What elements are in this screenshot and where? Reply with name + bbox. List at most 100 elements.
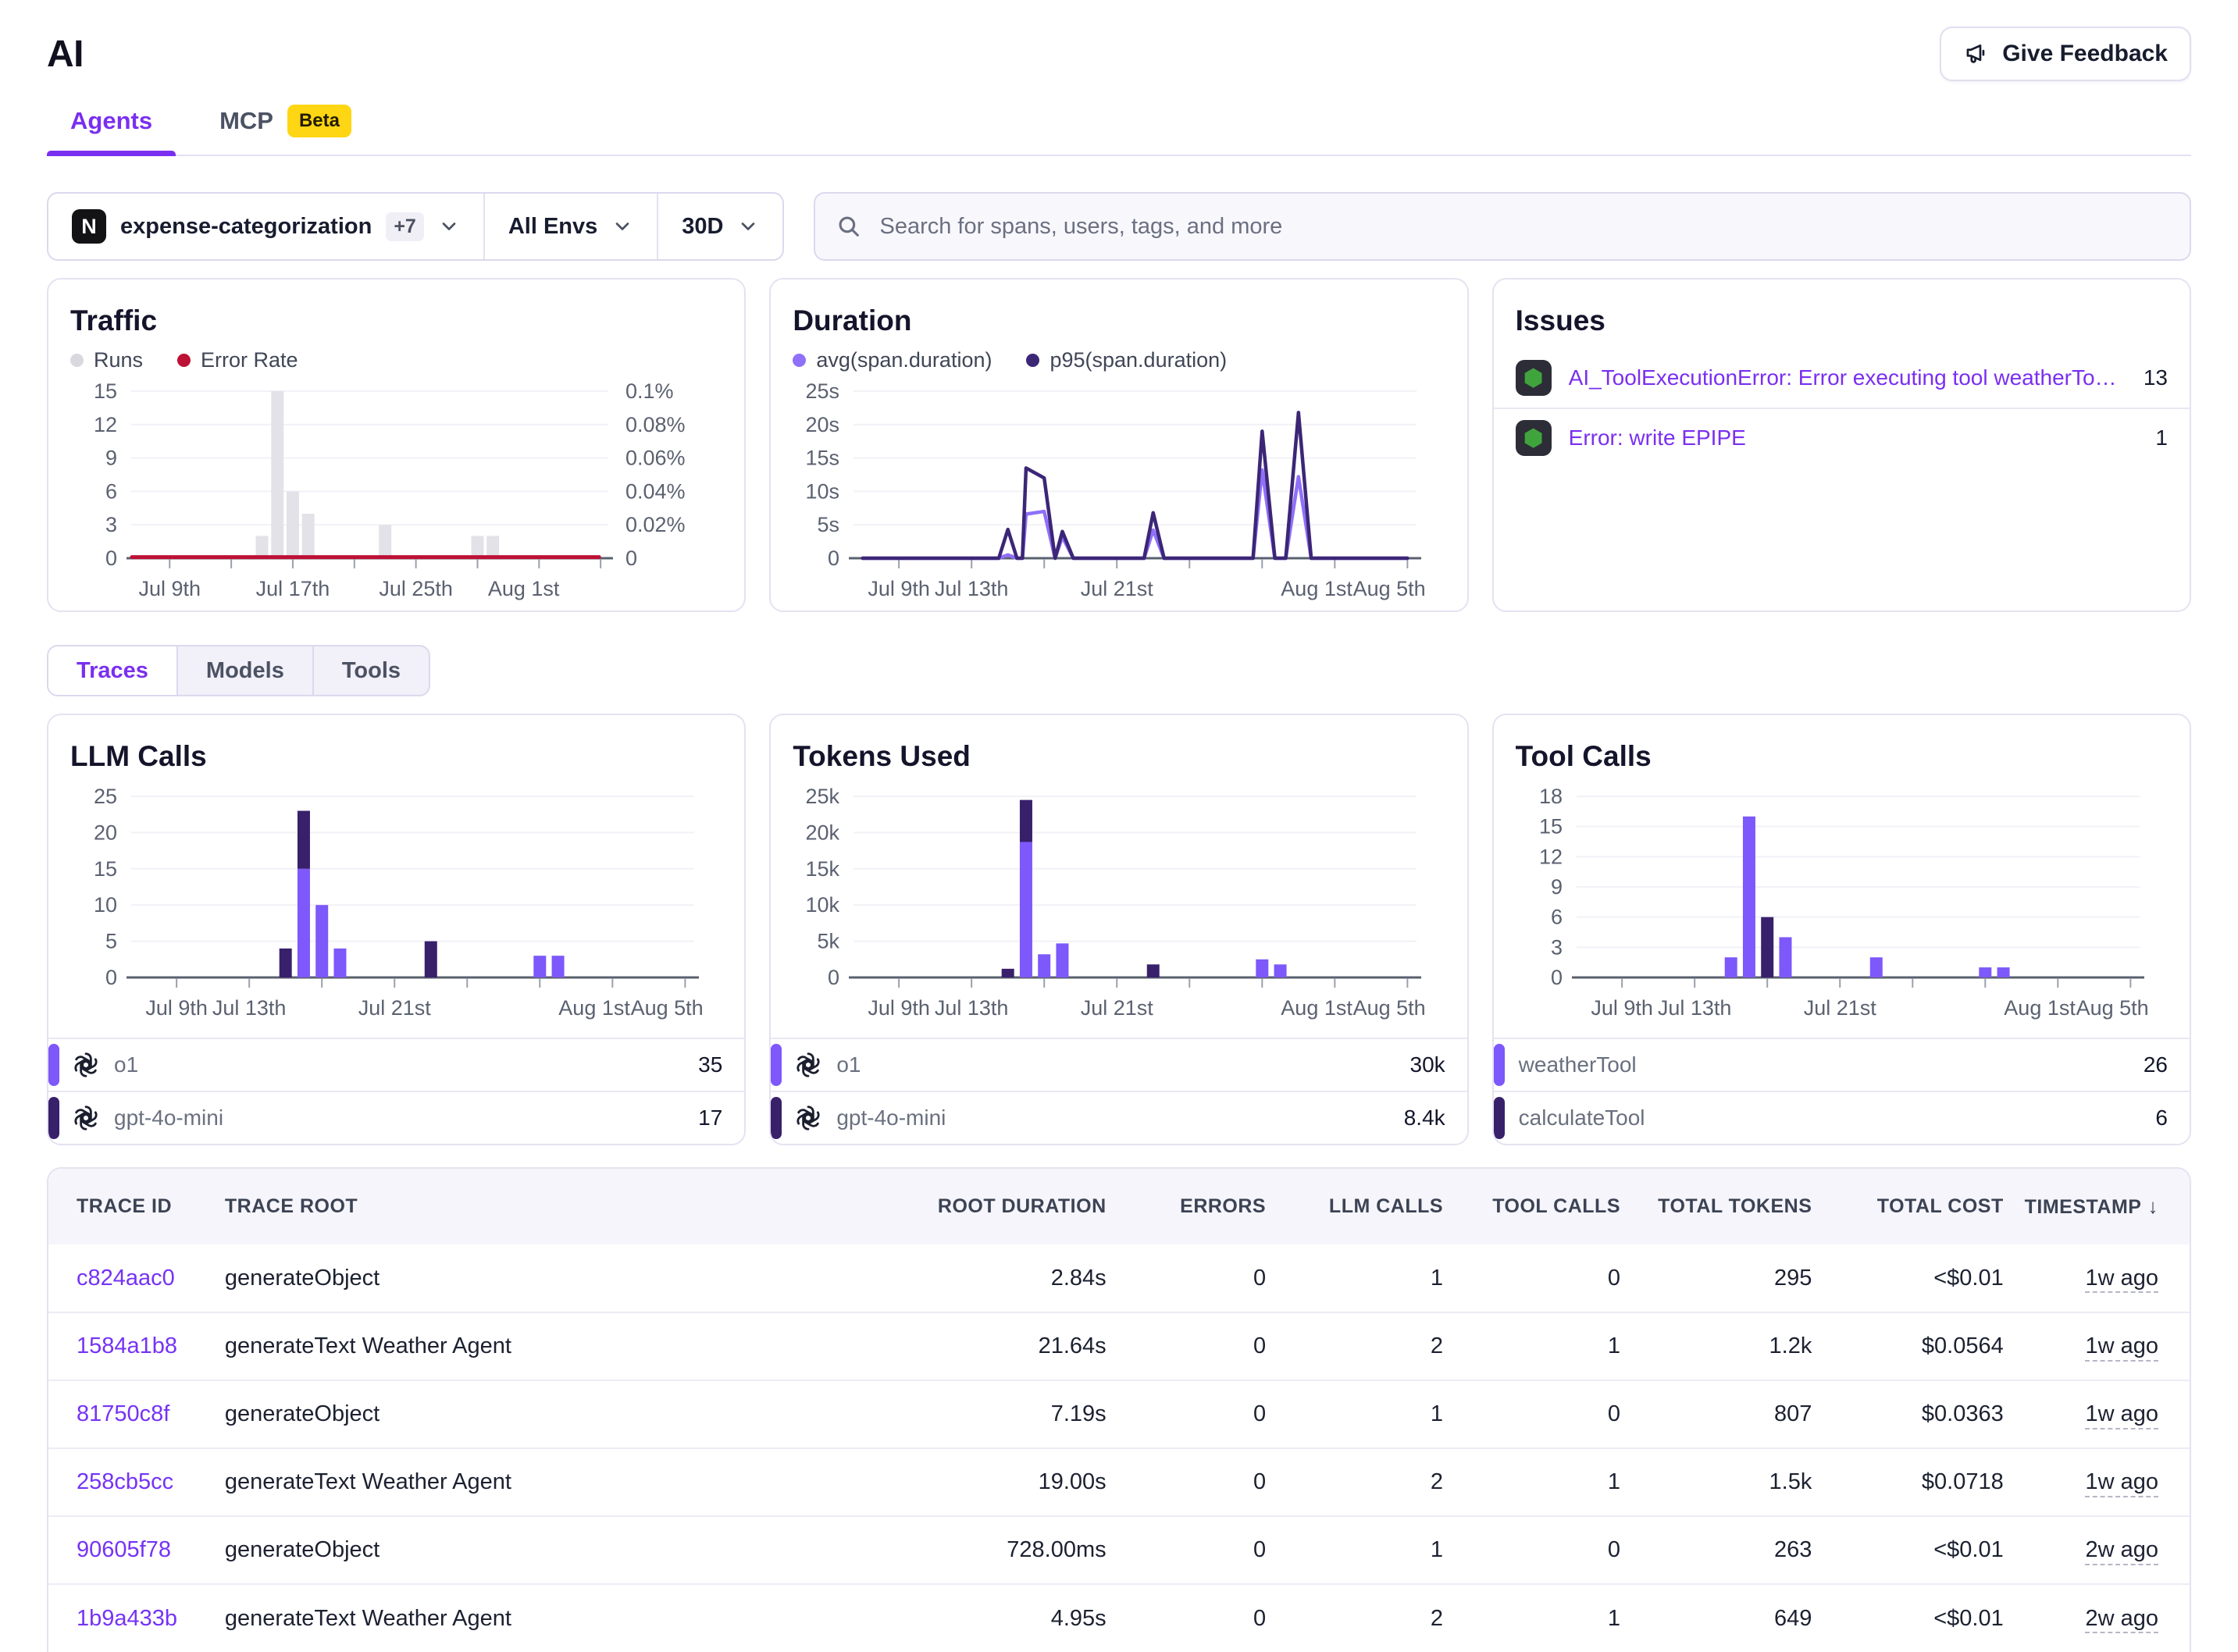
svg-text:6: 6 bbox=[1551, 906, 1563, 929]
timestamp[interactable]: 1w ago bbox=[2085, 1469, 2158, 1494]
filter-group: N expense-categorization +7 All Envs 30D bbox=[47, 192, 784, 261]
issue-row[interactable]: ⬢ AI_ToolExecutionError: Error executing … bbox=[1494, 348, 2190, 408]
give-feedback-button[interactable]: Give Feedback bbox=[1940, 27, 2191, 81]
timestamp-cell: 1w ago bbox=[2005, 1244, 2190, 1312]
svg-text:10s: 10s bbox=[806, 479, 840, 503]
tool-calls-card-title: Tool Calls bbox=[1516, 740, 2168, 773]
column-header-tool-calls[interactable]: Tool Calls bbox=[1444, 1169, 1621, 1244]
trace-id-link[interactable]: 81750c8f bbox=[48, 1380, 224, 1448]
legend-row[interactable]: o1 35 bbox=[48, 1038, 744, 1091]
table-row[interactable]: 1584a1b8generateText Weather Agent21.64s… bbox=[48, 1312, 2190, 1380]
timestamp[interactable]: 1w ago bbox=[2085, 1401, 2158, 1426]
svg-text:10k: 10k bbox=[806, 893, 840, 917]
series-value: 35 bbox=[698, 1052, 722, 1077]
table-cell: 1 bbox=[1444, 1448, 1621, 1516]
legend-row[interactable]: calculateTool6 bbox=[1494, 1091, 2190, 1144]
table-row[interactable]: 258cb5ccgenerateText Weather Agent19.00s… bbox=[48, 1448, 2190, 1516]
tab-models[interactable]: Models bbox=[178, 646, 314, 695]
tab-mcp[interactable]: MCP Beta bbox=[196, 105, 375, 155]
table-cell: 2.84s bbox=[903, 1244, 1107, 1312]
table-cell: 0 bbox=[1107, 1516, 1267, 1584]
openai-icon bbox=[794, 1104, 822, 1132]
issue-count: 13 bbox=[2144, 365, 2168, 390]
llm-calls-card: LLM Calls 0510152025Jul 9thJul 13thJul 2… bbox=[47, 714, 746, 1145]
table-cell: <$0.01 bbox=[1812, 1516, 2004, 1584]
project-extra-badge: +7 bbox=[386, 212, 424, 241]
legend-dot-icon bbox=[1026, 354, 1039, 367]
usage-cards: LLM Calls 0510152025Jul 9thJul 13thJul 2… bbox=[47, 714, 2191, 1145]
table-cell: 2 bbox=[1267, 1312, 1444, 1380]
table-cell: 2 bbox=[1267, 1448, 1444, 1516]
tab-tools-label: Tools bbox=[342, 658, 401, 684]
issue-row[interactable]: ⬢Error: write EPIPE1 bbox=[1494, 408, 2190, 467]
column-header-root-duration[interactable]: Root Duration bbox=[903, 1169, 1107, 1244]
svg-text:Jul 21st: Jul 21st bbox=[358, 996, 432, 1020]
table-cell: 0 bbox=[1107, 1312, 1267, 1380]
svg-text:9: 9 bbox=[1551, 875, 1563, 899]
svg-text:9: 9 bbox=[105, 447, 117, 470]
timestamp[interactable]: 1w ago bbox=[2085, 1333, 2158, 1358]
table-row[interactable]: c824aac0generateObject2.84s010295<$0.011… bbox=[48, 1244, 2190, 1312]
search-bar[interactable] bbox=[814, 192, 2191, 261]
trace-id-link[interactable]: 1584a1b8 bbox=[48, 1312, 224, 1380]
env-filter-dropdown[interactable]: All Envs bbox=[483, 194, 657, 259]
svg-text:Jul 13th: Jul 13th bbox=[212, 996, 287, 1020]
column-header-timestamp[interactable]: Timestamp↓ bbox=[2005, 1169, 2190, 1244]
column-header-trace-id[interactable]: Trace ID bbox=[48, 1169, 224, 1244]
tab-tools[interactable]: Tools bbox=[314, 646, 429, 695]
column-header-errors[interactable]: Errors bbox=[1107, 1169, 1267, 1244]
table-row[interactable]: 90605f78generateObject728.00ms010263<$0.… bbox=[48, 1516, 2190, 1584]
trace-id-link[interactable]: 1b9a433b bbox=[48, 1584, 224, 1652]
svg-text:Jul 13th: Jul 13th bbox=[935, 996, 1009, 1020]
column-header-total-cost[interactable]: Total Cost bbox=[1812, 1169, 2004, 1244]
tab-traces[interactable]: Traces bbox=[48, 646, 178, 695]
series-color-chip bbox=[48, 1097, 59, 1139]
column-header-trace-root[interactable]: Trace Root bbox=[224, 1169, 903, 1244]
column-header-llm-calls[interactable]: LLM Calls bbox=[1267, 1169, 1444, 1244]
legend-row[interactable]: gpt-4o-mini17 bbox=[48, 1091, 744, 1144]
table-row[interactable]: 81750c8fgenerateObject7.19s010807$0.0363… bbox=[48, 1380, 2190, 1448]
tab-traces-label: Traces bbox=[77, 658, 148, 684]
tab-agents[interactable]: Agents bbox=[47, 105, 176, 155]
series-value: 26 bbox=[2144, 1052, 2168, 1077]
legend-row[interactable]: o130k bbox=[771, 1038, 1466, 1091]
project-filter-dropdown[interactable]: N expense-categorization +7 bbox=[48, 194, 483, 259]
issue-link[interactable]: Error: write EPIPE bbox=[1569, 425, 2139, 450]
tab-models-label: Models bbox=[206, 658, 284, 684]
svg-text:Jul 9th: Jul 9th bbox=[138, 577, 201, 600]
trace-id-link[interactable]: c824aac0 bbox=[48, 1244, 224, 1312]
svg-text:Aug 1st: Aug 1st bbox=[1281, 577, 1353, 600]
svg-text:25s: 25s bbox=[806, 379, 840, 403]
timestamp[interactable]: 2w ago bbox=[2085, 1537, 2158, 1562]
timestamp-cell: 1w ago bbox=[2005, 1380, 2190, 1448]
table-cell: 7.19s bbox=[903, 1380, 1107, 1448]
table-cell: 649 bbox=[1621, 1584, 1812, 1652]
nodejs-icon: ⬢ bbox=[1516, 360, 1552, 396]
svg-text:12: 12 bbox=[94, 413, 117, 436]
svg-text:15: 15 bbox=[94, 379, 117, 403]
time-range-dropdown[interactable]: 30D bbox=[657, 194, 782, 259]
table-cell: 295 bbox=[1621, 1244, 1812, 1312]
timestamp[interactable]: 1w ago bbox=[2085, 1266, 2158, 1291]
svg-text:0: 0 bbox=[105, 966, 117, 989]
trace-id-link[interactable]: 258cb5cc bbox=[48, 1448, 224, 1516]
series-label: o1 bbox=[114, 1052, 138, 1077]
legend-row[interactable]: weatherTool26 bbox=[1494, 1038, 2190, 1091]
table-cell: 0 bbox=[1107, 1380, 1267, 1448]
issue-link[interactable]: AI_ToolExecutionError: Error executing t… bbox=[1569, 365, 2126, 390]
timestamp-cell: 2w ago bbox=[2005, 1516, 2190, 1584]
chevron-down-icon bbox=[438, 215, 460, 237]
issues-card-title: Issues bbox=[1516, 304, 2168, 337]
timestamp[interactable]: 2w ago bbox=[2085, 1606, 2158, 1631]
sort-descending-icon: ↓ bbox=[2148, 1194, 2159, 1218]
search-input[interactable] bbox=[878, 213, 2169, 240]
column-header-total-tokens[interactable]: Total Tokens bbox=[1621, 1169, 1812, 1244]
svg-text:0: 0 bbox=[625, 547, 637, 570]
legend-row[interactable]: gpt-4o-mini8.4k bbox=[771, 1091, 1466, 1144]
duration-chart: 05s10s15s20s25sJul 9thJul 13thJul 21stAu… bbox=[793, 379, 1448, 607]
llm-calls-legend: o1 35 gpt-4o-mini17 bbox=[48, 1038, 744, 1144]
legend-label: avg(span.duration) bbox=[816, 348, 992, 372]
table-row[interactable]: 1b9a433bgenerateText Weather Agent4.95s0… bbox=[48, 1584, 2190, 1652]
trace-id-link[interactable]: 90605f78 bbox=[48, 1516, 224, 1584]
legend-label: Error Rate bbox=[201, 348, 298, 372]
